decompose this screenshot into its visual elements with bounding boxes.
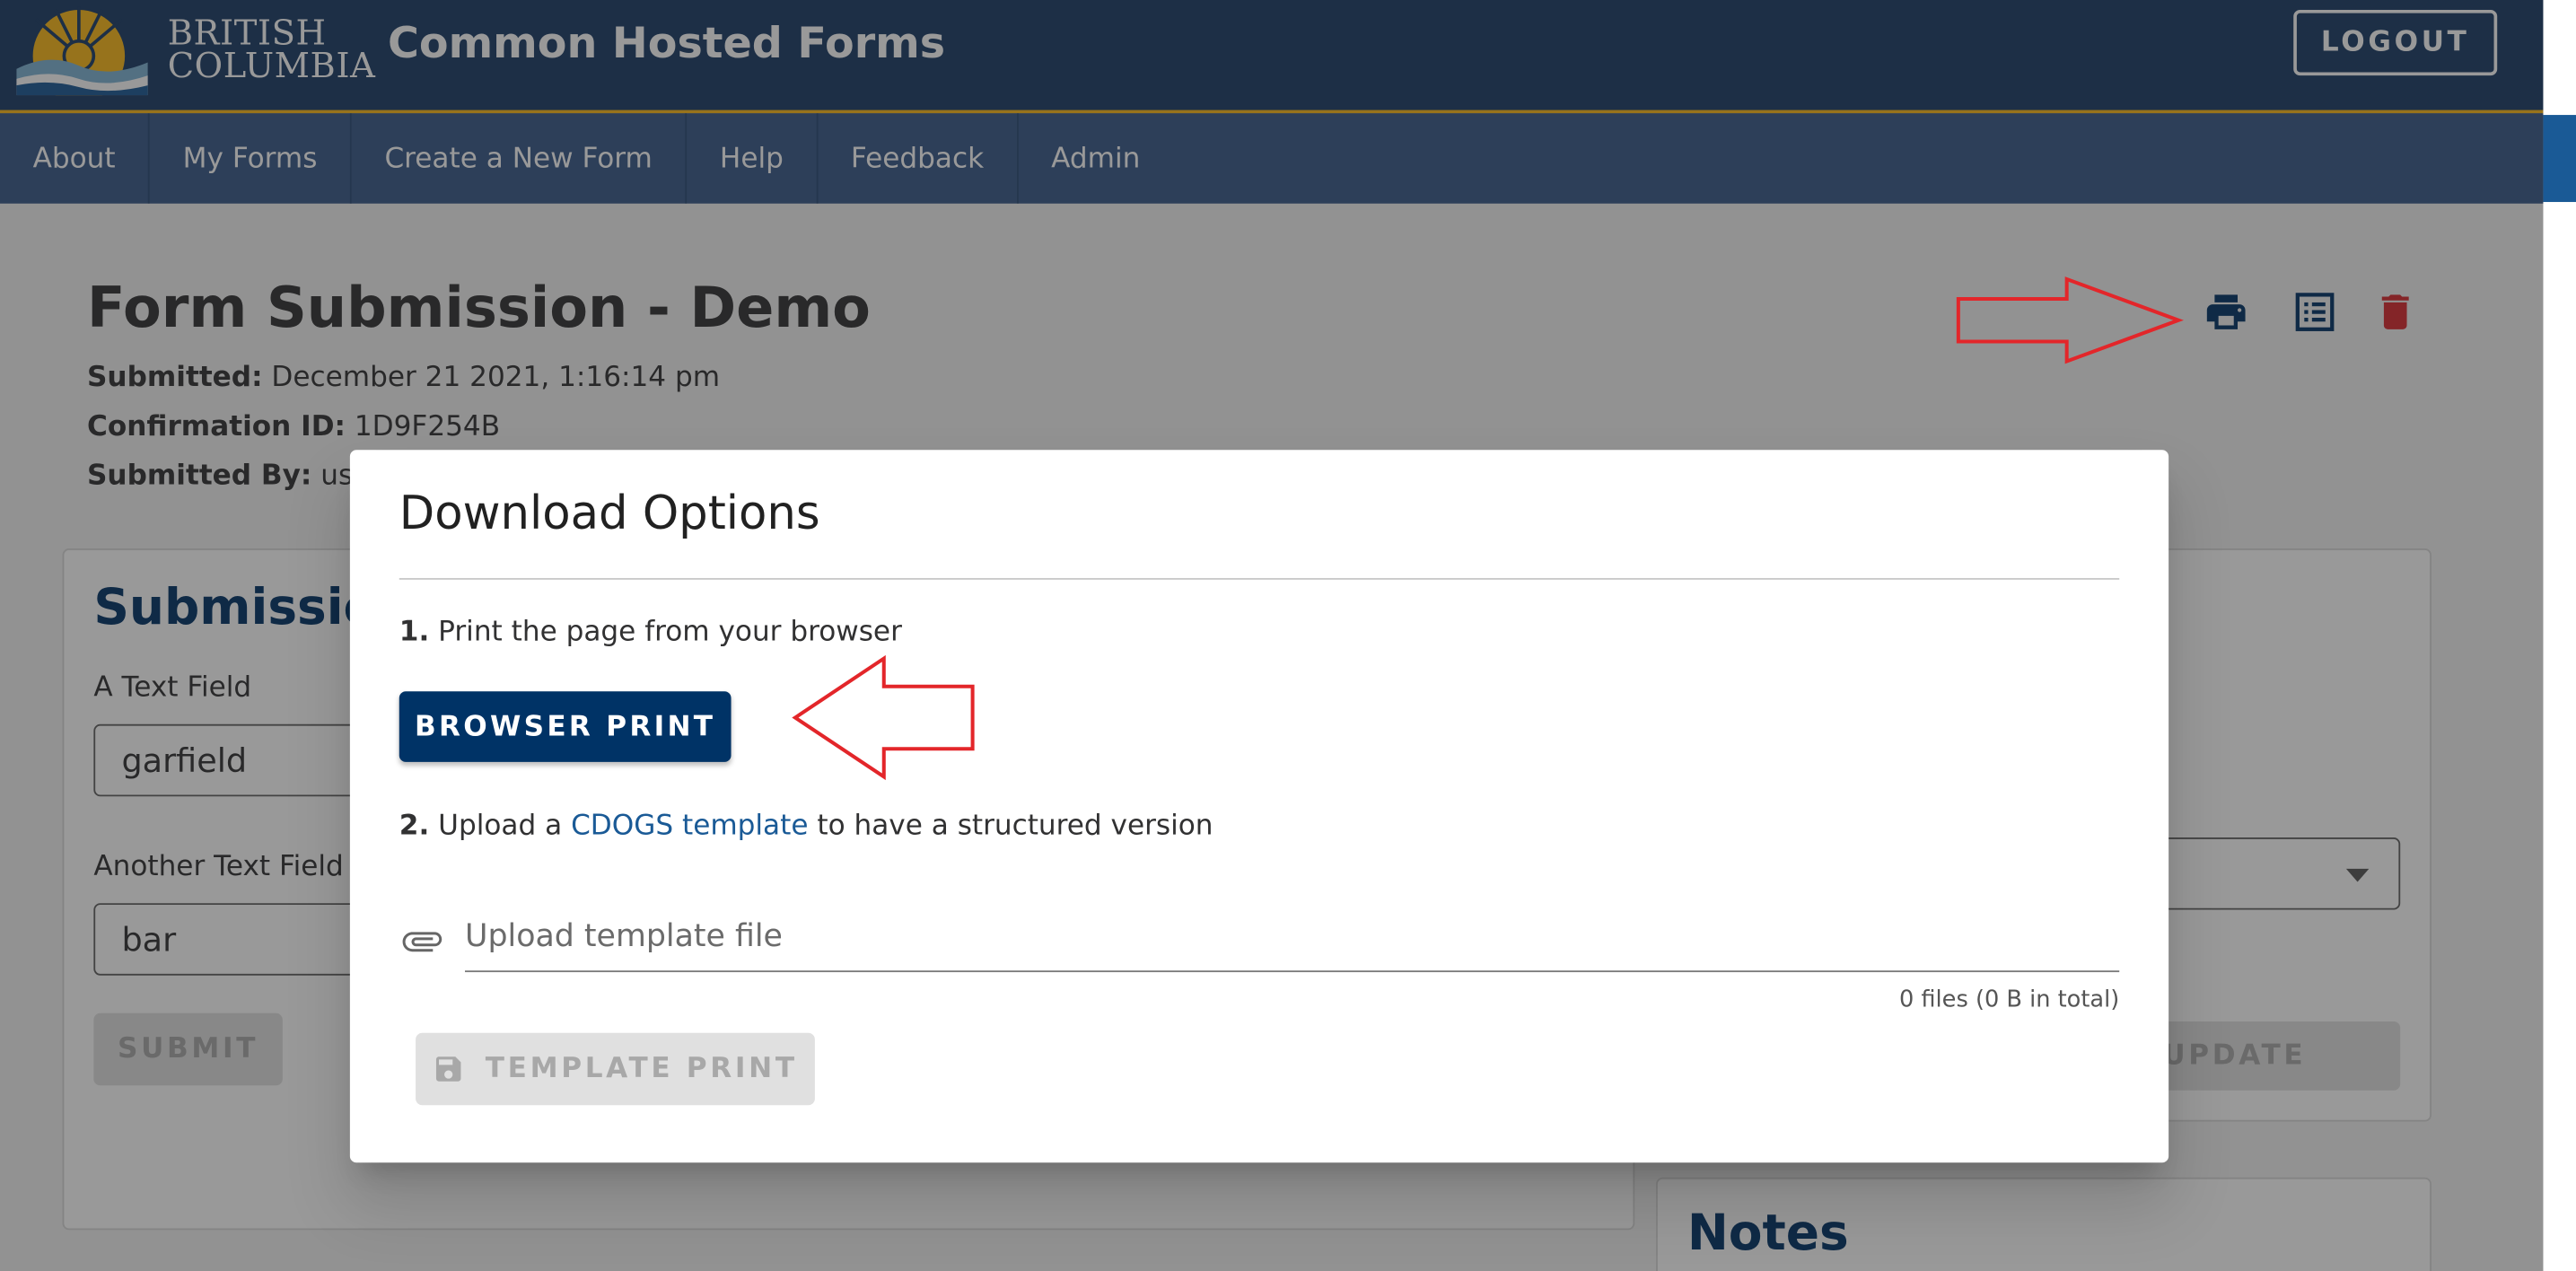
file-count: 0 files (0 B in total)	[1898, 986, 2120, 1013]
template-print-label: TEMPLATE PRINT	[485, 1052, 798, 1086]
cdogs-template-link[interactable]: CDOGS template	[571, 810, 808, 843]
browser-print-button[interactable]: BROWSER PRINT	[399, 691, 732, 762]
scrollbar-thumb[interactable]	[2543, 115, 2576, 203]
dialog-divider	[399, 577, 2120, 580]
step-2-suffix: to have a structured version	[817, 809, 1214, 843]
step-2-text: 2. Upload a CDOGS template to have a str…	[399, 810, 1214, 843]
save-icon	[436, 1056, 462, 1082]
step-1-number: 1.	[399, 616, 430, 649]
download-options-dialog: Download Options 1. Print the page from …	[349, 450, 2169, 1163]
paperclip-icon[interactable]	[401, 920, 444, 963]
annotation-arrow-left	[792, 654, 975, 781]
annotation-arrow-right	[1956, 276, 2184, 364]
upload-template-input[interactable]: Upload template file	[465, 915, 2120, 973]
step-2-number: 2.	[399, 809, 430, 843]
step-2-prefix: Upload a	[438, 809, 563, 843]
scrollbar[interactable]	[2543, 0, 2576, 1271]
template-print-button[interactable]: TEMPLATE PRINT	[416, 1032, 815, 1106]
step-1-label: Print the page from your browser	[438, 616, 902, 649]
step-1-text: 1. Print the page from your browser	[399, 616, 902, 649]
dialog-title: Download Options	[399, 486, 820, 540]
